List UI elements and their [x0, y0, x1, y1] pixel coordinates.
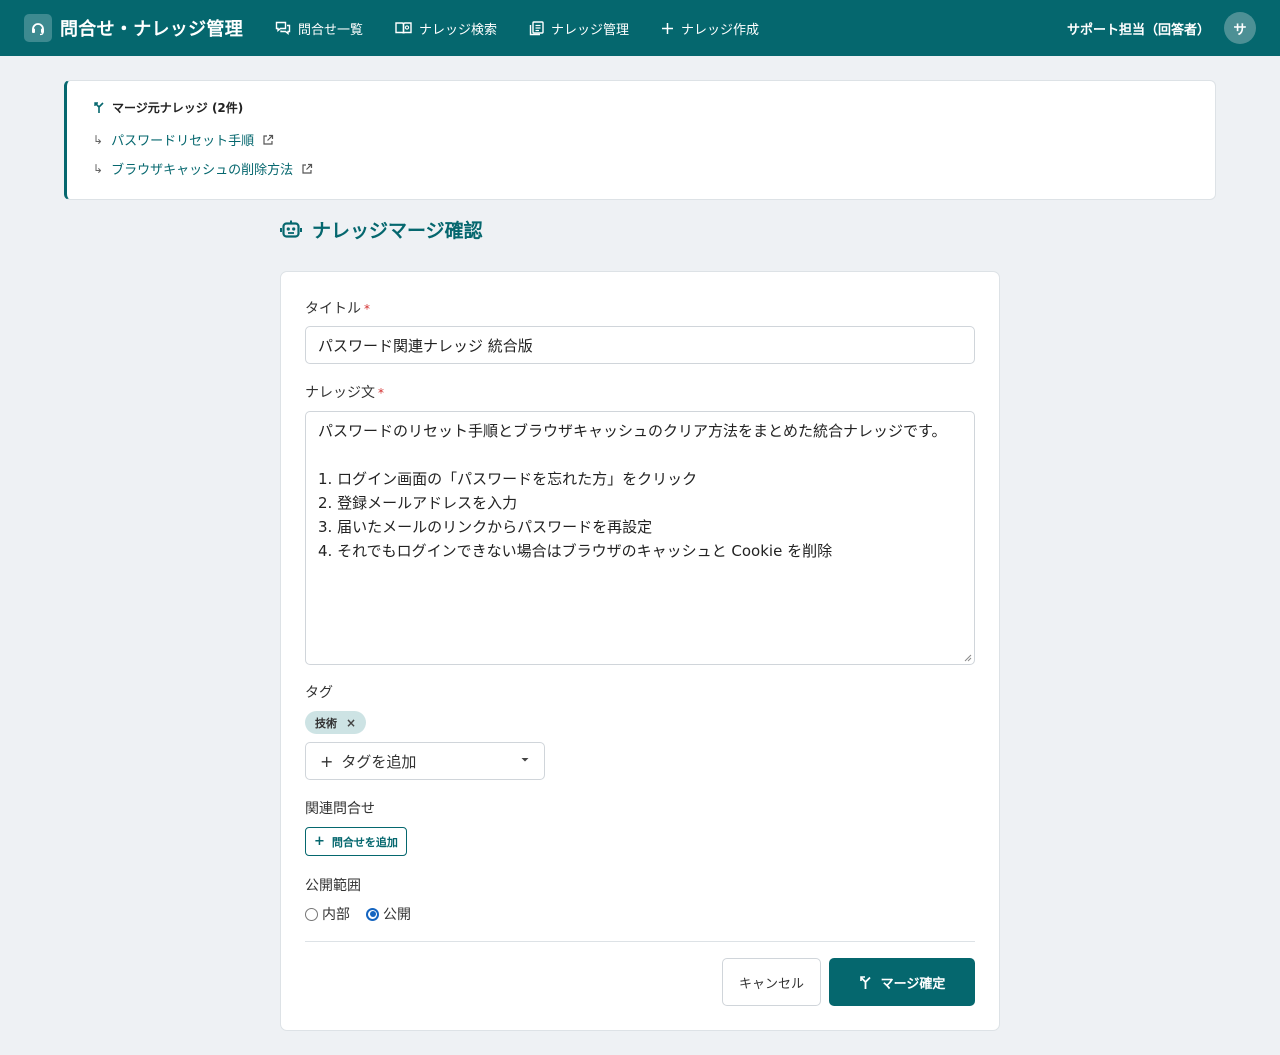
radio-label[interactable]: 内部 [322, 904, 350, 924]
merge-source-link[interactable]: ↳ ブラウザキャッシュの削除方法 [93, 159, 1189, 178]
external-link-icon[interactable] [262, 134, 274, 146]
nav-inquiry-list[interactable]: 問合せ一覧 [275, 19, 363, 38]
main-nav: 問合せ一覧 ナレッジ検索 ナレッジ管理 ナレッジ作成 [275, 19, 791, 38]
merge-source-link[interactable]: ↳ パスワードリセット手順 [93, 130, 1189, 149]
nav-label: ナレッジ検索 [419, 22, 498, 38]
body-label: ナレッジ文 * [305, 382, 384, 402]
knowledge-body-textarea[interactable]: パスワードのリセット手順とブラウザキャッシュのクリア方法をまとめた統合ナレッジで… [305, 411, 975, 665]
visibility-radio-group: 内部 公開 [305, 904, 427, 924]
plus-icon [662, 22, 674, 34]
external-link-icon[interactable] [301, 163, 313, 175]
merge-confirm-label: マージ確定 [880, 976, 946, 992]
visibility-label: 公開範囲 [305, 878, 361, 894]
nav-knowledge-manage[interactable]: ナレッジ管理 [529, 19, 629, 38]
merge-source-label[interactable]: パスワードリセット手順 [111, 130, 254, 149]
title-label: タイトル * [305, 298, 370, 318]
remove-tag-icon[interactable]: × [346, 716, 356, 730]
add-inquiry-button[interactable]: + 問合せを追加 [305, 827, 407, 856]
plus-icon: + [320, 751, 334, 771]
visibility-option-public[interactable]: 公開 [366, 904, 411, 924]
knowledge-body-text[interactable]: パスワードのリセット手順とブラウザキャッシュのクリア方法をまとめた統合ナレッジで… [318, 422, 947, 560]
merge-confirm-button[interactable]: マージ確定 [829, 958, 975, 1006]
user-menu[interactable]: サポート担当（回答者） サ [1067, 0, 1256, 56]
merge-form: タイトル* ナレッジ文* パスワードのリセット手順とブラウザキャッシュのクリア方… [280, 271, 1000, 1031]
merge-icon [859, 975, 871, 989]
tag-chip-label: 技術 [315, 716, 337, 730]
sub-arrow-icon: ↳ [93, 161, 104, 176]
nav-label: ナレッジ作成 [681, 22, 760, 38]
caret-down-icon [521, 758, 529, 762]
add-tag-label: タグを追加 [341, 752, 417, 771]
tag-chip: 技術 × [305, 711, 367, 734]
visibility-option-internal[interactable]: 内部 [305, 904, 350, 924]
page-title: ナレッジマージ確認 [280, 216, 483, 243]
resize-grip-icon[interactable] [964, 654, 972, 662]
tag-label: タグ [305, 685, 333, 701]
nav-knowledge-create[interactable]: ナレッジ作成 [661, 19, 759, 38]
avatar[interactable]: サ [1224, 12, 1256, 44]
book-search-icon [395, 22, 412, 34]
radio-internal[interactable] [305, 907, 318, 921]
body-label-text: ナレッジ文 [305, 385, 375, 401]
page-title-text: ナレッジマージ確認 [312, 220, 483, 242]
merge-source-label[interactable]: ブラウザキャッシュの削除方法 [111, 159, 293, 178]
merge-source-title: マージ元ナレッジ (2件) [112, 101, 244, 115]
divider [305, 941, 975, 942]
related-inquiry-label: 関連問合せ [305, 801, 375, 817]
app-title[interactable]: 問合せ・ナレッジ管理 [60, 15, 243, 41]
required-mark: * [378, 386, 384, 400]
robot-icon [280, 220, 302, 238]
merge-icon [94, 102, 104, 113]
title-input[interactable] [305, 326, 975, 364]
chat-list-icon [275, 21, 291, 35]
documents-icon [529, 20, 544, 35]
top-bar: 問合せ・ナレッジ管理 問合せ一覧 ナレッジ検索 ナレッジ管理 ナレッジ作成 サポ… [0, 0, 1280, 56]
required-mark: * [364, 302, 370, 316]
nav-label: ナレッジ管理 [551, 22, 630, 38]
headset-logo-icon [24, 14, 52, 42]
nav-label: 問合せ一覧 [298, 22, 364, 38]
radio-label[interactable]: 公開 [383, 904, 411, 924]
cancel-button[interactable]: キャンセル [722, 958, 821, 1006]
title-label-text: タイトル [305, 301, 361, 317]
radio-public[interactable] [366, 907, 379, 921]
add-tag-select[interactable]: + タグを追加 [305, 742, 545, 780]
user-name: サポート担当（回答者） [1066, 22, 1210, 38]
add-inquiry-label: 問合せを追加 [331, 835, 398, 849]
merge-source-heading: マージ元ナレッジ (2件) [93, 99, 1189, 116]
plus-icon: + [314, 834, 325, 849]
merge-source-panel: マージ元ナレッジ (2件) ↳ パスワードリセット手順 ↳ ブラウザキャッシュの… [64, 80, 1216, 200]
nav-knowledge-search[interactable]: ナレッジ検索 [395, 19, 497, 38]
sub-arrow-icon: ↳ [93, 132, 104, 147]
